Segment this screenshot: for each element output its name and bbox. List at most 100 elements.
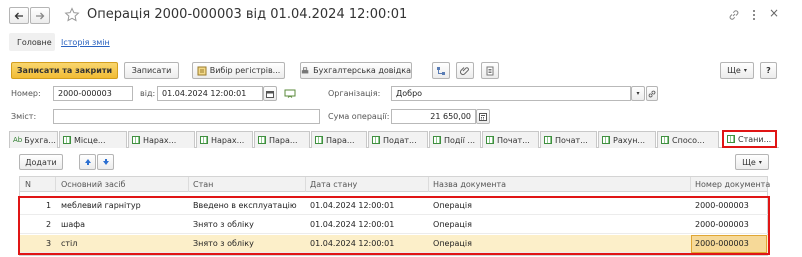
tab-label: Бухга...: [24, 135, 56, 145]
calendar-button[interactable]: [263, 86, 277, 101]
chevron-down-icon: ▾: [636, 90, 640, 97]
star-outline-icon[interactable]: [64, 7, 80, 23]
number-field[interactable]: 2000-000003: [53, 86, 133, 101]
table-icon: [132, 136, 140, 144]
column-divider: [305, 177, 306, 192]
arrow-down-icon: [102, 159, 109, 165]
table-icon: [661, 136, 669, 144]
help-button[interactable]: ?: [760, 62, 777, 79]
calculator-icon[interactable]: [284, 89, 296, 99]
more-button[interactable]: Ще ▾: [720, 62, 754, 79]
register-icon: [197, 66, 207, 75]
organization-open-button[interactable]: [646, 86, 658, 101]
sum-label: Сума операції:: [328, 112, 390, 121]
column-document-number: Номер документа: [695, 180, 771, 189]
forward-button[interactable]: [30, 7, 50, 24]
table-icon: [372, 136, 380, 144]
highlight-frame: [18, 196, 770, 255]
tab-label: Спосо...: [672, 135, 705, 145]
column-state-date: Дата стану: [310, 180, 358, 189]
table-icon: [433, 136, 441, 144]
more-vertical-icon[interactable]: [752, 9, 756, 21]
register-list-button[interactable]: [481, 62, 499, 79]
accounting-reference-button[interactable]: Бухгалтерська довідка: [300, 62, 412, 79]
chevron-down-icon: ▾: [743, 67, 747, 74]
calendar-icon: [266, 90, 274, 98]
close-icon[interactable]: ×: [769, 6, 779, 20]
tab-accrual-1[interactable]: Нарах...: [128, 131, 195, 148]
nav-main-label: Головне: [17, 38, 52, 47]
tab-location[interactable]: Місце...: [59, 131, 127, 148]
tab-label: Почат...: [555, 135, 588, 145]
column-divider: [188, 177, 189, 192]
content-field[interactable]: [53, 109, 320, 124]
paperclip-icon: [460, 66, 469, 75]
number-label: Номер:: [11, 89, 41, 98]
tab-label: Нарах...: [143, 135, 177, 145]
table-icon: [727, 135, 735, 143]
tab-initial-2[interactable]: Почат...: [540, 131, 597, 148]
save-button[interactable]: Записати: [124, 62, 179, 79]
date-field[interactable]: 01.04.2024 12:00:01: [157, 86, 263, 101]
table-icon: [602, 136, 610, 144]
content-label: Зміст:: [11, 112, 37, 121]
tab-parameters-2[interactable]: Пара...: [311, 131, 367, 148]
organization-dropdown[interactable]: ▾: [631, 86, 645, 101]
calculator-icon: [479, 112, 487, 121]
column-n: N: [25, 180, 31, 189]
tab-accrual-2[interactable]: Нарах...: [196, 131, 253, 148]
structure-icon: [437, 66, 445, 75]
tab-parameters-1[interactable]: Пара...: [254, 131, 310, 148]
table-icon: [544, 136, 552, 144]
printer-icon: [301, 66, 309, 73]
back-button[interactable]: [9, 7, 29, 24]
arrow-left-icon: [14, 12, 23, 19]
tab-tax[interactable]: Подат...: [368, 131, 428, 148]
organization-field[interactable]: Добро: [391, 86, 631, 101]
attach-button[interactable]: [456, 62, 474, 79]
tab-initial-1[interactable]: Почат...: [482, 131, 539, 148]
link-icon: [648, 90, 656, 97]
list-icon: [486, 66, 494, 75]
table-icon: [258, 136, 266, 144]
move-up-button[interactable]: [79, 154, 96, 170]
table-icon: [315, 136, 323, 144]
column-asset: Основний засіб: [61, 180, 126, 189]
arrow-up-icon: [84, 159, 91, 165]
tab-label: Нарах...: [211, 135, 245, 145]
add-row-button[interactable]: Додати: [19, 154, 63, 170]
organization-label: Організація:: [328, 89, 381, 98]
link-icon[interactable]: [728, 9, 740, 21]
column-document-name: Назва документа: [433, 180, 507, 189]
table-more-label: Ще: [742, 157, 756, 167]
tab-label: Подат...: [383, 135, 417, 145]
date-label: від:: [140, 89, 156, 98]
accounting-reference-label: Бухгалтерська довідка: [313, 66, 411, 75]
tab-label: Рахун...: [613, 135, 646, 145]
choose-registers-label: Вибір регістрів...: [209, 66, 281, 75]
tab-accounts[interactable]: Рахун...: [598, 131, 656, 148]
accounting-tab-icon: Ab: [13, 136, 23, 144]
tab-events[interactable]: Події ...: [429, 131, 481, 148]
tab-states[interactable]: Стани...: [722, 130, 777, 148]
table-more-button[interactable]: Ще ▾: [735, 154, 769, 170]
nav-history-link[interactable]: Історія змін: [61, 38, 110, 47]
tab-label: Стани...: [738, 134, 772, 144]
column-divider: [428, 177, 429, 192]
table-icon: [63, 136, 71, 144]
move-down-button[interactable]: [97, 154, 114, 170]
sum-field[interactable]: 21 650,00: [391, 109, 476, 124]
tab-methods[interactable]: Спосо...: [657, 131, 719, 148]
column-divider: [55, 177, 56, 192]
table-header: [20, 177, 767, 192]
window-title: Операція 2000-000003 від 01.04.2024 12:0…: [87, 7, 408, 22]
arrow-right-icon: [36, 12, 45, 19]
table-icon: [200, 136, 208, 144]
column-divider: [690, 177, 691, 192]
tab-accounting[interactable]: Ab Бухга...: [9, 131, 58, 148]
sum-calculator-button[interactable]: [476, 109, 490, 124]
choose-registers-button[interactable]: Вибір регістрів...: [192, 62, 285, 79]
chevron-down-icon: ▾: [758, 158, 762, 166]
save-and-close-button[interactable]: Записати та закрити: [11, 62, 118, 79]
structure-button[interactable]: [432, 62, 450, 79]
